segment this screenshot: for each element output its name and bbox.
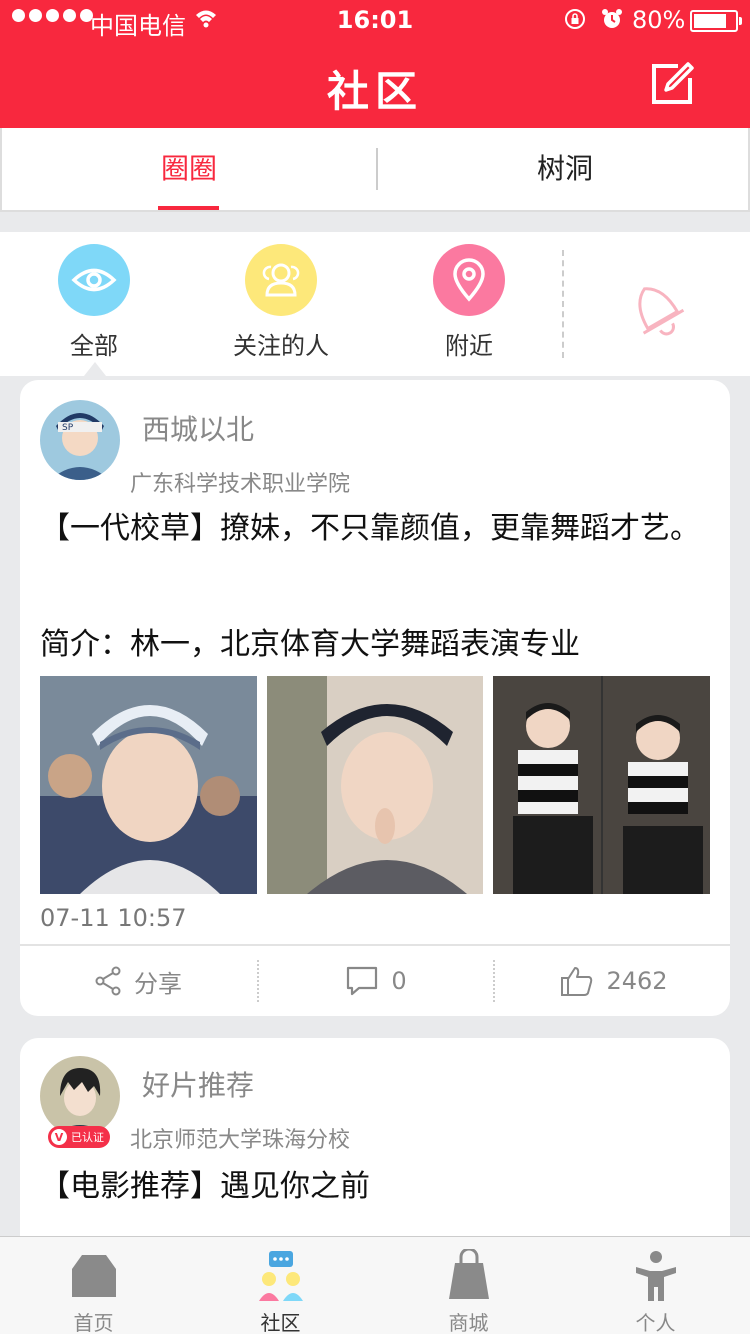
nav-shop-label: 商城 — [448, 1311, 489, 1334]
like-count: 2462 — [606, 967, 668, 995]
svg-text:SP: SP — [62, 423, 74, 433]
post-text-line1: 【电影推荐】遇见你之前 — [40, 1169, 370, 1204]
rotation-lock-icon — [565, 9, 585, 29]
tab-bar: 圈圈 树洞 — [0, 128, 750, 212]
avatar[interactable] — [40, 1056, 120, 1136]
filter-separator — [562, 250, 564, 358]
verified-label: 已认证 — [71, 1131, 104, 1144]
active-filter-pointer — [84, 362, 106, 376]
share-label: 分享 — [134, 969, 182, 998]
share-icon — [95, 966, 121, 996]
post-username[interactable]: 好片推荐 — [142, 1064, 254, 1104]
filter-row: 全部 关注的人 附近 — [0, 232, 750, 376]
verified-badge: V 已认证 — [48, 1126, 110, 1148]
nav-profile[interactable]: 个人 — [562, 1237, 749, 1334]
nav-community-label: 社区 — [260, 1311, 301, 1334]
nav-profile-label: 个人 — [635, 1311, 676, 1334]
filter-nearby-label: 附近 — [445, 332, 493, 360]
filter-nearby[interactable]: 附近 — [389, 244, 549, 361]
avatar[interactable]: SP — [40, 400, 120, 480]
nav-home[interactable]: 首页 — [0, 1237, 187, 1334]
post-school: 北京师范大学珠海分校 — [130, 1128, 351, 1153]
post-photo[interactable] — [40, 676, 257, 894]
filter-all-label: 全部 — [70, 332, 118, 360]
post-photo[interactable] — [266, 676, 484, 894]
eye-icon — [58, 244, 130, 316]
comment-button[interactable]: 0 — [258, 946, 494, 1016]
verified-icon: V — [51, 1129, 67, 1145]
community-icon — [259, 1251, 303, 1301]
status-bar: 中国电信 16:01 80% — [0, 0, 750, 40]
location-pin-icon — [433, 244, 505, 316]
nav-shop[interactable]: 商城 — [375, 1237, 562, 1334]
post-text-line1: 【一代校草】撩妹，不只靠颜值，更靠舞蹈才艺。 — [40, 511, 700, 546]
bottom-nav: 首页 社区 商城 个人 — [0, 1236, 750, 1334]
nav-community[interactable]: 社区 — [187, 1237, 374, 1334]
tab-circles[interactable]: 圈圈 — [2, 128, 376, 210]
filter-following[interactable]: 关注的人 — [201, 244, 361, 361]
comment-icon — [347, 966, 378, 996]
battery-percent: 80% — [632, 6, 686, 34]
bell-icon[interactable] — [620, 272, 690, 342]
post-timestamp: 07-11 10:57 — [40, 904, 187, 932]
top-bar: 中国电信 16:01 80% 社区 — [0, 0, 750, 128]
home-icon — [72, 1255, 116, 1297]
share-button[interactable]: 分享 — [20, 946, 256, 1016]
nav-home-label: 首页 — [73, 1311, 114, 1334]
battery-icon — [690, 10, 742, 32]
post-photos — [40, 676, 711, 894]
post-school: 广东科学技术职业学院 — [130, 472, 351, 497]
alarm-icon — [602, 9, 622, 28]
post-photo[interactable] — [493, 676, 711, 894]
people-icon — [245, 244, 317, 316]
thumbs-up-icon — [561, 967, 593, 996]
filter-following-label: 关注的人 — [233, 332, 329, 360]
action-separator — [493, 960, 495, 1002]
post-username[interactable]: 西城以北 — [142, 408, 254, 448]
edit-icon[interactable] — [648, 60, 696, 108]
tab-tree-hole[interactable]: 树洞 — [378, 128, 750, 210]
comment-count: 0 — [391, 967, 407, 995]
post-actions: 分享 0 2462 — [20, 944, 730, 1016]
post-card: V 已认证 好片推荐 北京师范大学珠海分校 【电影推荐】遇见你之前 — [20, 1038, 730, 1258]
like-button[interactable]: 2462 — [496, 946, 730, 1016]
filter-all[interactable]: 全部 — [14, 244, 174, 361]
page-title: 社区 — [326, 67, 423, 116]
shopping-bag-icon — [449, 1249, 489, 1299]
post-card: SP 西城以北 广东科学技术职业学院 【一代校草】撩妹，不只靠颜值，更靠舞蹈才艺… — [20, 380, 730, 1016]
post-text-line2: 简介：林一，北京体育大学舞蹈表演专业 — [40, 627, 580, 662]
person-icon — [636, 1251, 676, 1301]
